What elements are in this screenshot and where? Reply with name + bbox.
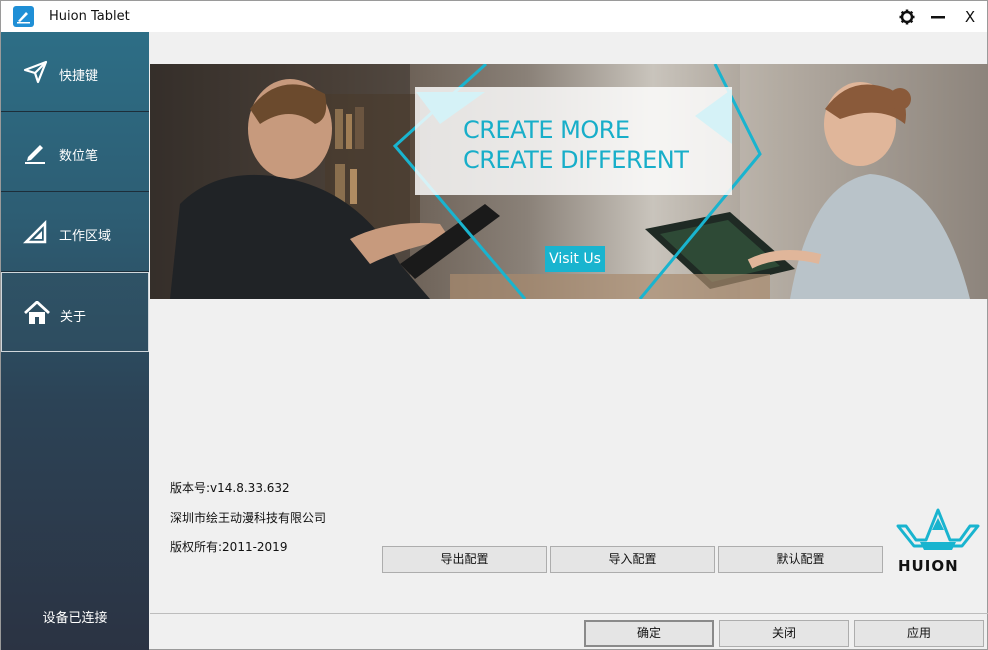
- company-text: 深圳市绘王动漫科技有限公司: [170, 511, 327, 525]
- sidebar-item-pen[interactable]: 数位笔: [1, 112, 149, 192]
- settings-button[interactable]: [894, 5, 920, 29]
- export-config-button[interactable]: 导出配置: [382, 546, 547, 573]
- title-bar: Huion Tablet X: [1, 1, 987, 32]
- promo-banner: CREATE MORE CREATE DIFFERENT Visit Us: [150, 64, 988, 299]
- device-status: 设备已连接: [42, 611, 108, 626]
- copyright-text: 版权所有:2011-2019: [170, 540, 288, 554]
- sidebar-item-label: 关于: [60, 310, 87, 325]
- banner-headline-2: CREATE DIFFERENT: [463, 146, 689, 174]
- footer-divider: [150, 613, 988, 614]
- sidebar-item-shortcuts[interactable]: 快捷键: [1, 32, 149, 112]
- minimize-button[interactable]: [925, 5, 951, 29]
- home-icon: [24, 301, 50, 324]
- pen-icon: [25, 145, 45, 164]
- banner-headline-1: CREATE MORE: [463, 116, 630, 144]
- sidebar-item-work-area[interactable]: 工作区域: [1, 192, 149, 272]
- send-icon: [23, 60, 48, 84]
- app-logo-icon: [13, 6, 34, 27]
- close-window-button[interactable]: X: [957, 5, 983, 29]
- sidebar-item-label: 工作区域: [59, 229, 112, 244]
- ok-button[interactable]: 确定: [584, 620, 714, 647]
- gear-icon: [899, 9, 915, 25]
- apply-button[interactable]: 应用: [854, 620, 984, 647]
- version-text: 版本号:v14.8.33.632: [170, 481, 290, 495]
- minimize-icon: [931, 16, 945, 19]
- sidebar: 快捷键 数位笔 工作区域 关于 设备已连接: [1, 32, 149, 650]
- sidebar-item-label: 数位笔: [59, 149, 99, 164]
- sidebar-item-label: 快捷键: [59, 69, 99, 84]
- close-button[interactable]: 关闭: [719, 620, 849, 647]
- window-title: Huion Tablet: [49, 9, 130, 24]
- default-config-button[interactable]: 默认配置: [718, 546, 883, 573]
- sidebar-item-about[interactable]: 关于: [1, 272, 149, 352]
- app-window: Huion Tablet X 快捷键 数位笔 工作区域 关于 设备已连接 CRE…: [0, 0, 988, 650]
- triangle-ruler-icon: [23, 220, 47, 244]
- visit-us-button[interactable]: Visit Us: [545, 246, 605, 272]
- import-config-button[interactable]: 导入配置: [550, 546, 715, 573]
- logo-wordmark: HUION: [898, 557, 959, 575]
